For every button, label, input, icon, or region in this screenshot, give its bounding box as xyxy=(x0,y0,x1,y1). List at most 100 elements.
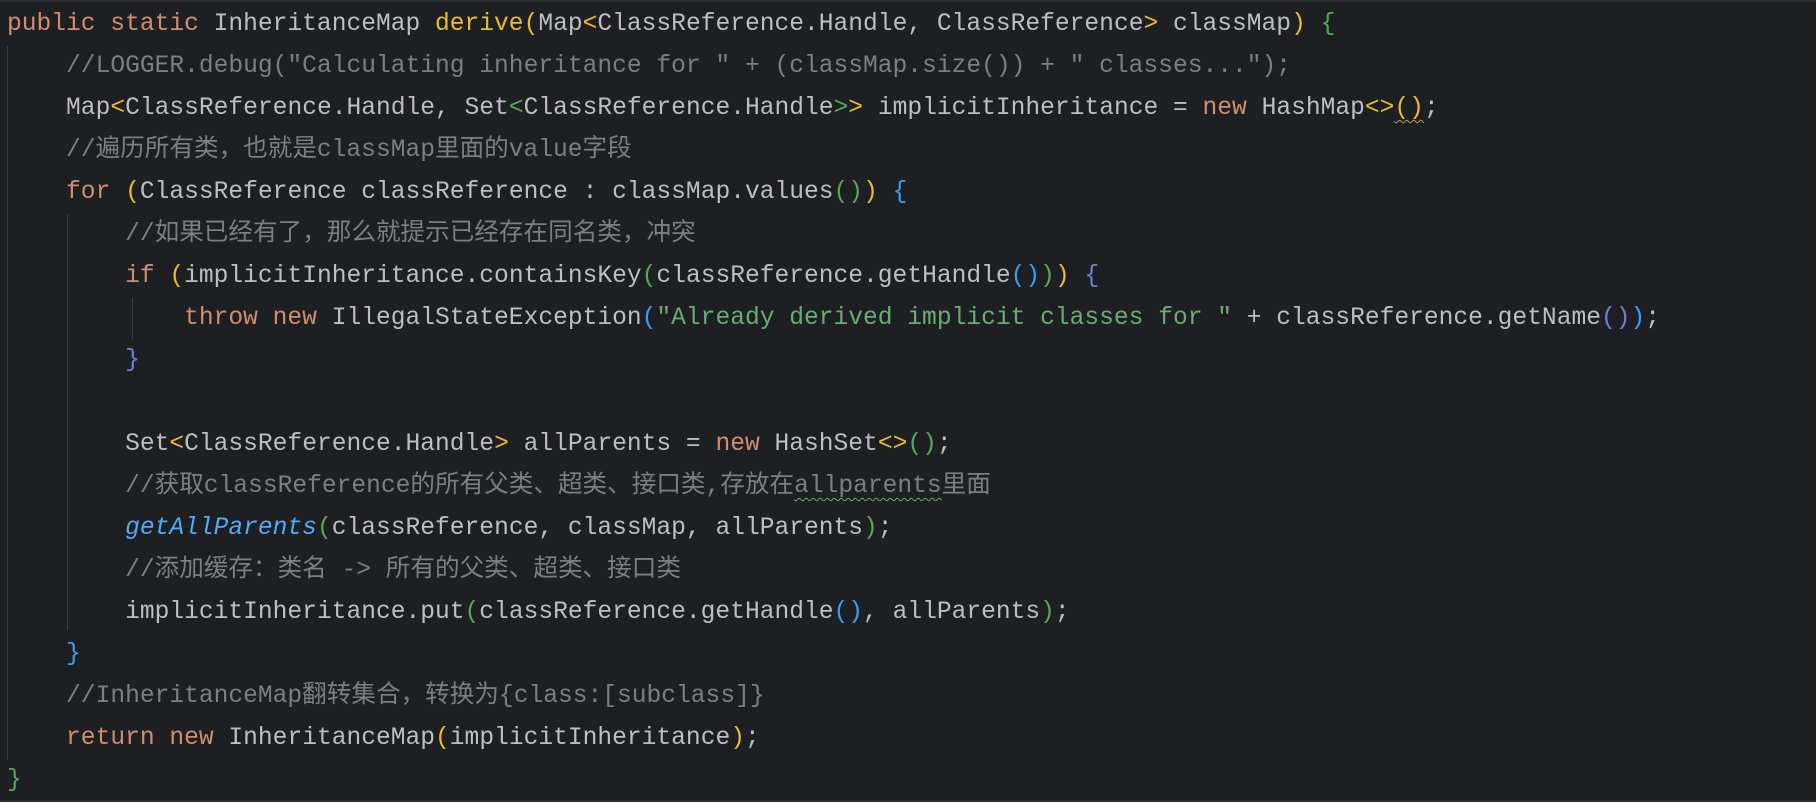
code-token: ClassReference.Handle xyxy=(523,95,834,122)
code-line: return new InheritanceMap(implicitInheri… xyxy=(7,718,1660,760)
code-line: //获取classReference的所有父类、超类、接口类,存放在allpar… xyxy=(7,466,1660,508)
code-line: } xyxy=(7,340,1660,382)
code-token: //如果已经有了，那么就提示已经存在同名类，冲突 xyxy=(125,221,696,248)
code-token: ; xyxy=(1645,305,1661,332)
code-token: } xyxy=(7,767,22,794)
code-token: > xyxy=(848,95,864,122)
code-token: classReference.getHandle xyxy=(479,599,834,626)
code-token: < xyxy=(582,11,598,38)
code-token: } xyxy=(66,641,81,668)
code-token: ( xyxy=(464,599,480,626)
code-token: > xyxy=(833,95,849,122)
code-token: Set xyxy=(125,431,170,458)
code-token: ; xyxy=(936,431,952,458)
code-token: } xyxy=(125,347,140,374)
code-token: ( xyxy=(316,515,332,542)
code-token: allparents xyxy=(794,473,942,500)
code-token: InheritanceMap xyxy=(213,11,436,38)
code-token: getAllParents xyxy=(125,515,317,542)
code-token: ; xyxy=(877,515,893,542)
code-token: () xyxy=(833,179,864,206)
code-line: } xyxy=(7,634,1660,676)
code-token: public static xyxy=(7,11,214,38)
code-token: > xyxy=(1143,11,1159,38)
code-text[interactable]: public static InheritanceMap derive(Map<… xyxy=(7,4,1660,802)
code-token: <> xyxy=(877,431,908,458)
code-token: ; xyxy=(1423,95,1439,122)
code-token: classReference.getHandle xyxy=(656,263,1011,290)
code-line: } xyxy=(7,760,1660,802)
code-token: { xyxy=(892,179,908,206)
code-token: ( xyxy=(523,11,539,38)
code-token: throw new xyxy=(184,305,332,332)
code-token: ClassReference.Handle, ClassReference xyxy=(597,11,1144,38)
code-token: () xyxy=(1600,305,1631,332)
code-token: Map xyxy=(66,95,111,122)
code-token: implicitInheritance xyxy=(449,725,731,752)
code-token: classMap xyxy=(1158,11,1292,38)
code-token: implicitInheritance.containsKey xyxy=(184,263,642,290)
code-line: implicitInheritance.put(classReference.g… xyxy=(7,592,1660,634)
code-token: "Already derived implicit classes for " xyxy=(656,305,1232,332)
code-token: ClassReference classReference : classMap… xyxy=(139,179,834,206)
code-token: ClassReference.Handle, Set xyxy=(125,95,509,122)
code-line: getAllParents(classReference, classMap, … xyxy=(7,508,1660,550)
code-token: ( xyxy=(125,179,140,206)
code-token: return new xyxy=(66,725,229,752)
code-token: ) xyxy=(1291,11,1306,38)
code-token: , allParents xyxy=(863,599,1041,626)
code-token: ) xyxy=(1054,263,1070,290)
code-line: throw new IllegalStateException("Already… xyxy=(7,298,1660,340)
code-line: //LOGGER.debug("Calculating inheritance … xyxy=(7,46,1660,88)
code-token: > xyxy=(494,431,509,458)
code-token: //添加缓存：类名 -> 所有的父类、超类、接口类 xyxy=(125,557,681,584)
code-token: //InheritanceMap翻转集合，转换为{class:[subclass… xyxy=(66,683,765,710)
code-token: allParents = xyxy=(508,431,716,458)
code-line: if (implicitInheritance.containsKey(clas… xyxy=(7,256,1660,298)
code-token: derive xyxy=(435,11,524,38)
code-editor[interactable]: public static InheritanceMap derive(Map<… xyxy=(0,0,1816,800)
code-token: for xyxy=(66,179,126,206)
code-token: () xyxy=(1394,95,1424,122)
code-token: HashMap xyxy=(1261,95,1365,122)
code-line: //InheritanceMap翻转集合，转换为{class:[subclass… xyxy=(7,676,1660,718)
code-token: ; xyxy=(1054,599,1070,626)
code-token: ) xyxy=(863,179,878,206)
code-line: //如果已经有了，那么就提示已经存在同名类，冲突 xyxy=(7,214,1660,256)
code-token: Map xyxy=(538,11,583,38)
code-token: ) xyxy=(1630,305,1646,332)
code-token: new xyxy=(1202,95,1262,122)
code-token: { xyxy=(1320,11,1336,38)
code-token: < xyxy=(169,431,185,458)
code-token: + classReference.getName xyxy=(1232,305,1601,332)
code-token: //遍历所有类，也就是classMap里面的value字段 xyxy=(66,137,632,164)
code-token: implicitInheritance = xyxy=(863,95,1203,122)
code-token: //LOGGER.debug("Calculating inheritance … xyxy=(66,53,1292,80)
code-token: InheritanceMap xyxy=(228,725,436,752)
code-token: ) xyxy=(863,515,878,542)
code-token: () xyxy=(1010,263,1041,290)
code-line: Set<ClassReference.Handle> allParents = … xyxy=(7,424,1660,466)
code-token: () xyxy=(907,431,937,458)
code-token: ( xyxy=(641,305,657,332)
code-line: public static InheritanceMap derive(Map<… xyxy=(7,4,1660,46)
code-token: 里面 xyxy=(941,473,991,500)
code-token: ( xyxy=(169,263,185,290)
code-token: ( xyxy=(435,725,450,752)
code-token: implicitInheritance.put xyxy=(125,599,465,626)
code-token: < xyxy=(508,95,524,122)
code-line: for (ClassReference classReference : cla… xyxy=(7,172,1660,214)
code-token: < xyxy=(110,95,126,122)
code-token: ClassReference.Handle xyxy=(184,431,495,458)
code-token: ) xyxy=(1040,263,1055,290)
code-token: () xyxy=(833,599,864,626)
code-token: //获取classReference的所有父类、超类、接口类,存放在 xyxy=(125,473,795,500)
code-token: new xyxy=(715,431,775,458)
code-token: ) xyxy=(730,725,745,752)
code-line: //遍历所有类，也就是classMap里面的value字段 xyxy=(7,130,1660,172)
code-token: classReference, classMap, allParents xyxy=(331,515,864,542)
